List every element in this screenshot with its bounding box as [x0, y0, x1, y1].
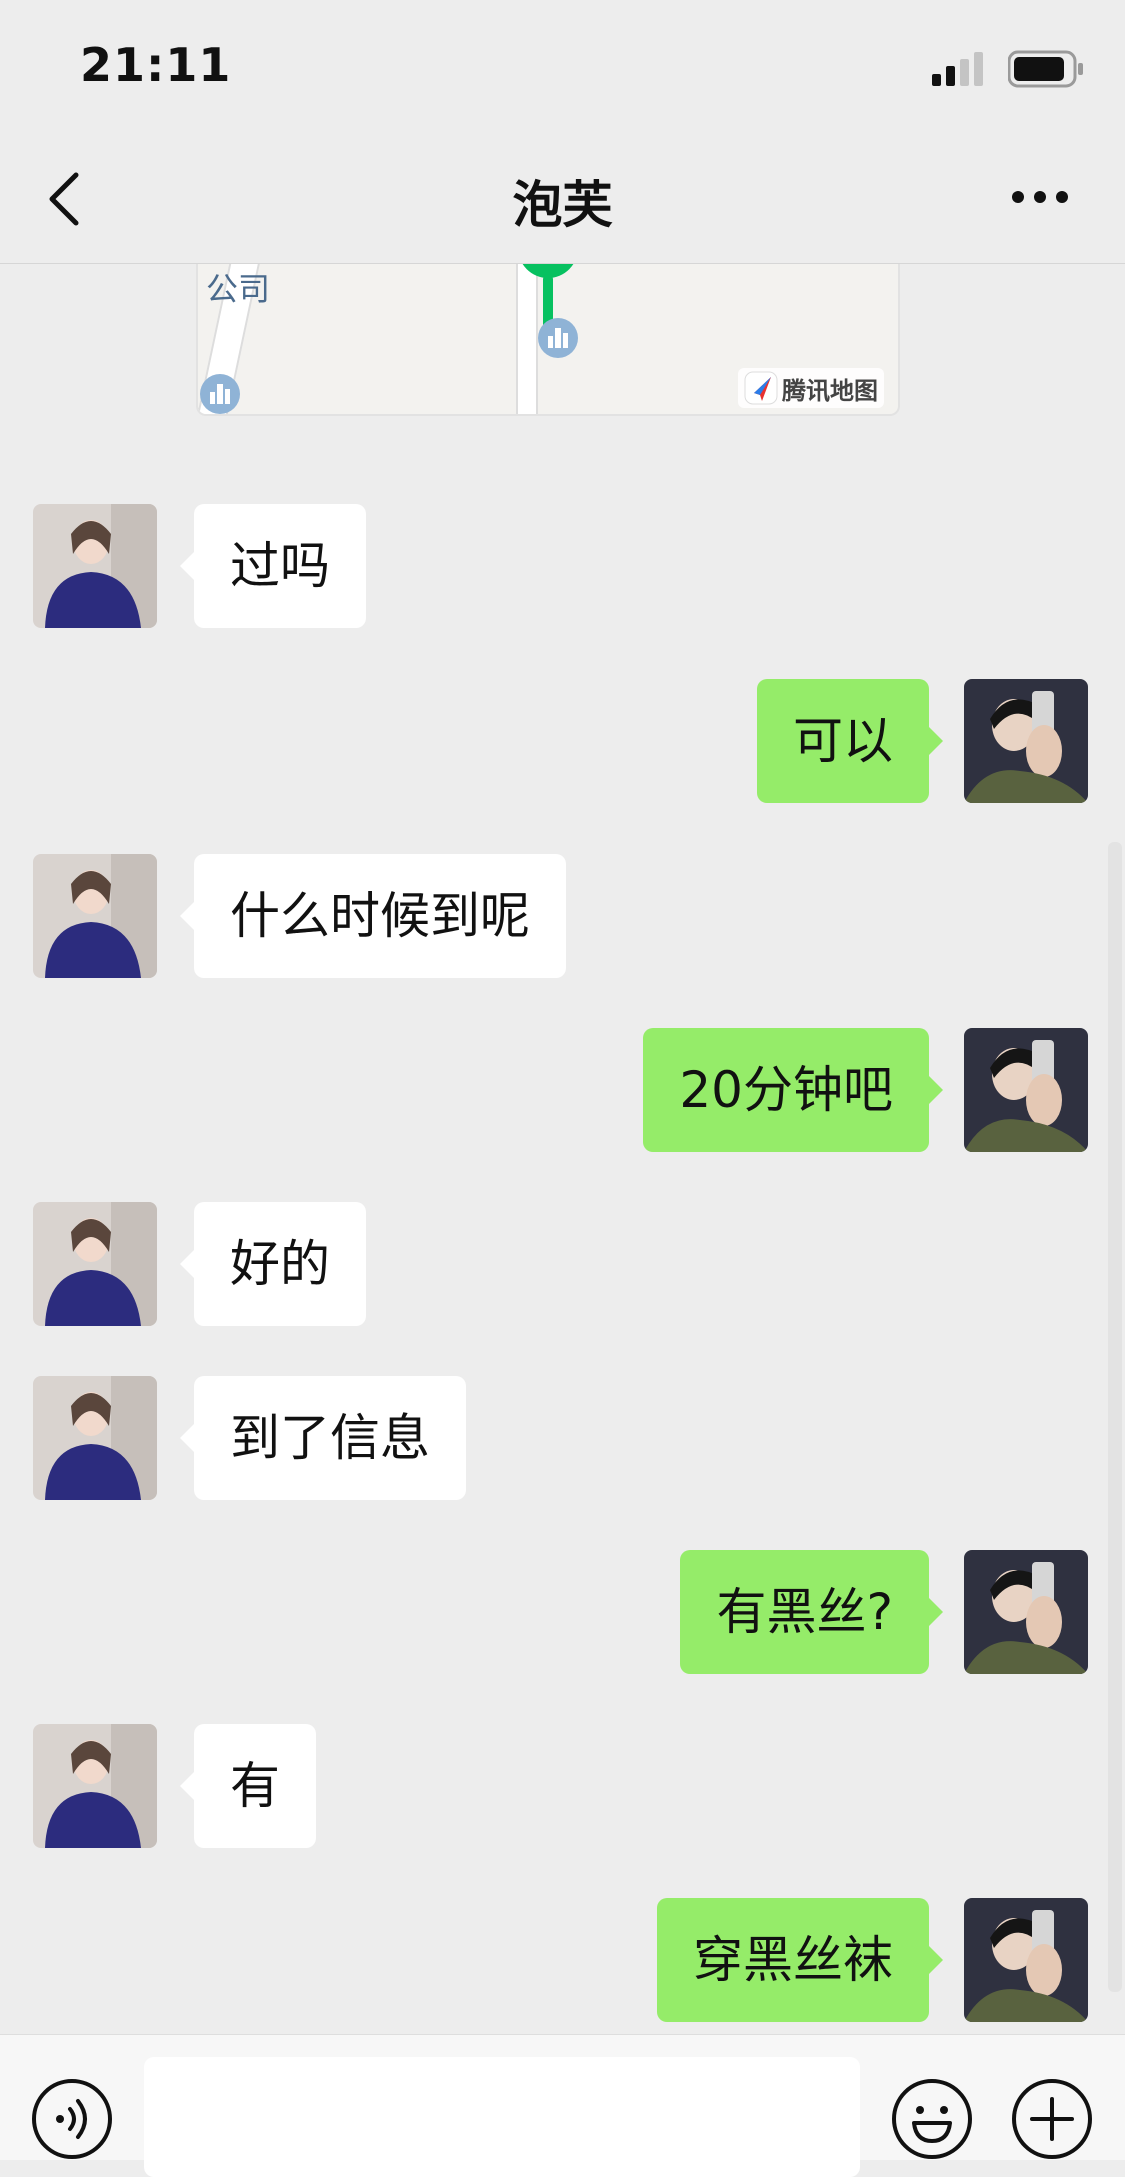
message-row: 有黑丝? — [0, 1550, 1125, 1674]
contact-avatar[interactable] — [33, 1724, 157, 1848]
message-row: 到了信息 — [0, 1376, 1125, 1500]
location-map-card[interactable]: 公司 腾讯地图 — [196, 264, 900, 416]
my-avatar[interactable] — [964, 1898, 1088, 2022]
chat-header: 泡芙 — [0, 135, 1125, 264]
my-avatar[interactable] — [964, 679, 1088, 803]
status-time: 21:11 — [80, 38, 232, 92]
voice-icon[interactable] — [30, 2077, 114, 2161]
sent-message-bubble[interactable]: 有黑丝? — [680, 1550, 943, 1674]
signal-icon — [932, 52, 983, 86]
status-bar: 21:11 — [0, 0, 1125, 135]
message-input-bar — [0, 2034, 1125, 2177]
contact-avatar[interactable] — [33, 1376, 157, 1500]
chat-message-list[interactable]: 公司 腾讯地图 过吗 可以 什么时候到呢 20分钟吧 好的 到了信息 有黑丝? … — [0, 264, 1125, 2034]
contact-avatar[interactable] — [33, 1202, 157, 1326]
message-text-input[interactable] — [144, 2057, 860, 2177]
received-message-bubble[interactable]: 到了信息 — [180, 1376, 466, 1500]
more-icon[interactable] — [1010, 185, 1070, 209]
message-row: 穿黑丝袜 — [0, 1898, 1125, 2022]
battery-icon — [1008, 50, 1083, 88]
contact-avatar[interactable] — [33, 854, 157, 978]
sent-message-bubble[interactable]: 20分钟吧 — [643, 1028, 943, 1152]
building-poi-icon — [200, 374, 240, 414]
my-avatar[interactable] — [964, 1028, 1088, 1152]
message-row: 可以 — [0, 679, 1125, 803]
map-place-label: 公司 — [206, 270, 271, 308]
my-avatar[interactable] — [964, 1550, 1088, 1674]
plus-icon[interactable] — [1010, 2077, 1094, 2161]
map-provider-label: 腾讯地图 — [782, 376, 878, 405]
message-row: 20分钟吧 — [0, 1028, 1125, 1152]
received-message-bubble[interactable]: 有 — [180, 1724, 316, 1848]
tencent-map-logo-icon — [744, 371, 778, 405]
emoji-icon[interactable] — [890, 2077, 974, 2161]
received-message-bubble[interactable]: 好的 — [180, 1202, 366, 1326]
message-row: 什么时候到呢 — [0, 854, 1125, 978]
building-poi-icon — [538, 318, 578, 358]
map-provider-badge: 腾讯地图 — [738, 368, 884, 408]
message-row: 有 — [0, 1724, 1125, 1848]
received-message-bubble[interactable]: 过吗 — [180, 504, 366, 628]
chat-title: 泡芙 — [512, 176, 613, 234]
contact-avatar[interactable] — [33, 504, 157, 628]
received-message-bubble[interactable]: 什么时候到呢 — [180, 854, 566, 978]
sent-message-bubble[interactable]: 可以 — [757, 679, 943, 803]
sent-message-bubble[interactable]: 穿黑丝袜 — [657, 1898, 943, 2022]
message-row: 过吗 — [0, 504, 1125, 628]
message-row: 好的 — [0, 1202, 1125, 1326]
